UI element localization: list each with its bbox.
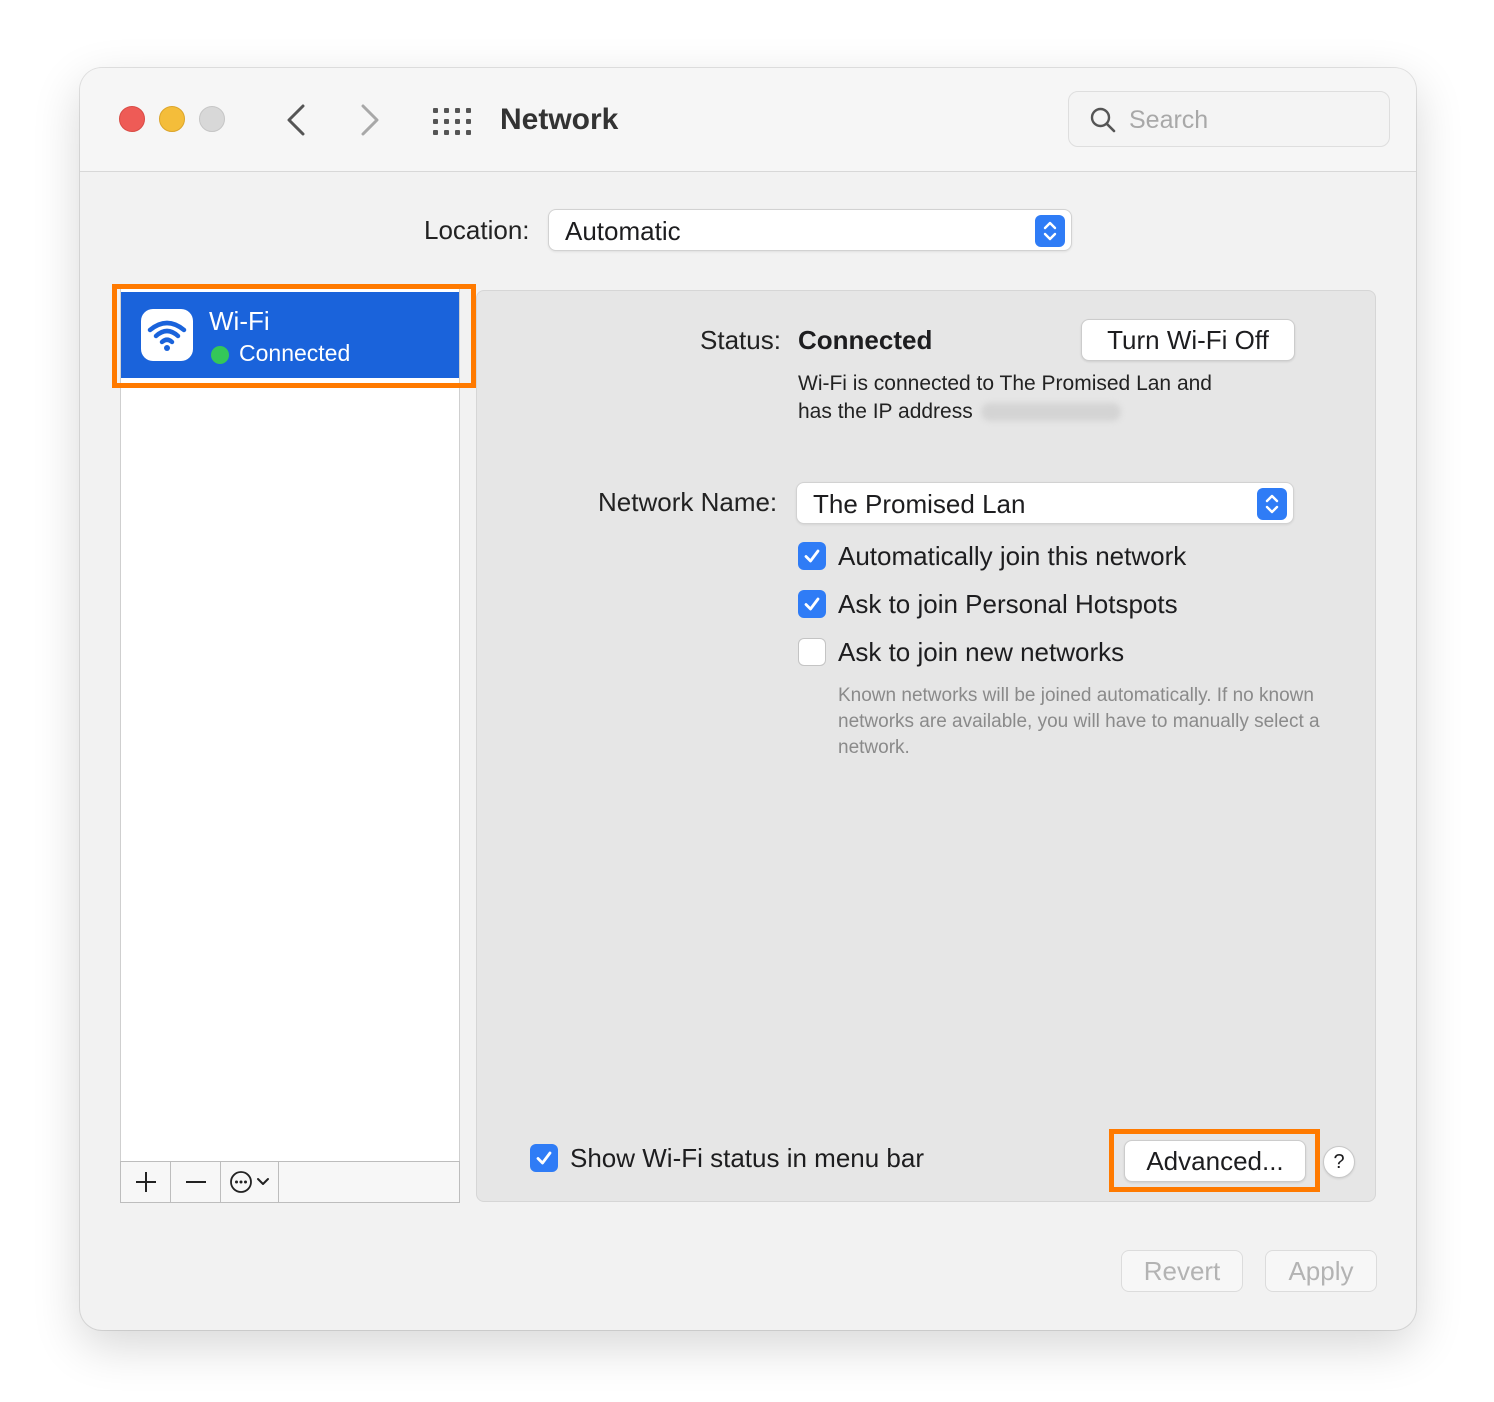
- checkmark-icon: [804, 597, 820, 611]
- window-title: Network: [500, 103, 619, 136]
- minimize-window-button[interactable]: [159, 106, 185, 132]
- back-button[interactable]: [276, 100, 316, 140]
- search-field[interactable]: [1068, 91, 1390, 147]
- status-description-line1: Wi-Fi is connected to The Promised Lan a…: [798, 372, 1212, 395]
- show-wifi-status-label[interactable]: Show Wi-Fi status in menu bar: [570, 1142, 924, 1174]
- apply-button[interactable]: Apply: [1265, 1250, 1377, 1292]
- network-name-popup[interactable]: The Promised Lan: [796, 482, 1294, 524]
- service-action-menu-button[interactable]: [221, 1162, 279, 1202]
- ask-hotspots-label[interactable]: Ask to join Personal Hotspots: [838, 588, 1178, 620]
- auto-join-checkbox[interactable]: [798, 542, 826, 570]
- turn-wifi-off-button[interactable]: Turn Wi-Fi Off: [1081, 319, 1295, 361]
- help-button[interactable]: ?: [1323, 1146, 1355, 1178]
- show-all-button[interactable]: [430, 102, 474, 142]
- network-preferences-window: Network Location: Automatic: [80, 68, 1416, 1330]
- highlight-box-wifi: [112, 284, 476, 388]
- known-networks-hint: Known networks will be joined automatica…: [838, 685, 1320, 758]
- ask-new-networks-label[interactable]: Ask to join new networks: [838, 636, 1124, 668]
- show-wifi-status-checkbox[interactable]: [530, 1144, 558, 1172]
- service-list: [120, 288, 460, 1162]
- remove-service-button[interactable]: [171, 1162, 221, 1202]
- chevron-left-icon: [287, 104, 305, 136]
- search-icon: [1090, 107, 1116, 133]
- popup-stepper-icon: [1035, 215, 1065, 247]
- forward-button[interactable]: [350, 100, 390, 140]
- ip-address-label: has the IP address: [798, 400, 973, 423]
- status-description: Wi-Fi is connected to The Promised Lan a…: [798, 370, 1298, 426]
- checkmark-icon: [536, 1151, 552, 1165]
- add-service-button[interactable]: [121, 1162, 171, 1202]
- ask-hotspots-checkbox[interactable]: [798, 590, 826, 618]
- ask-new-networks-checkbox[interactable]: [798, 638, 826, 666]
- network-name-label: Network Name:: [598, 487, 778, 517]
- network-name-value: The Promised Lan: [813, 489, 1026, 519]
- highlight-box-advanced: [1109, 1129, 1320, 1192]
- popup-stepper-icon: [1257, 488, 1287, 520]
- auto-join-label[interactable]: Automatically join this network: [838, 540, 1186, 572]
- service-list-toolbar: [120, 1161, 460, 1203]
- close-window-button[interactable]: [119, 106, 145, 132]
- location-value: Automatic: [565, 216, 681, 246]
- titlebar: Network: [80, 68, 1416, 172]
- plus-icon: [135, 1172, 156, 1192]
- location-popup[interactable]: Automatic: [548, 209, 1072, 251]
- minus-icon: [185, 1181, 206, 1183]
- blurred-ip-address: [980, 403, 1121, 422]
- location-label: Location:: [424, 215, 530, 245]
- revert-button[interactable]: Revert: [1121, 1250, 1243, 1292]
- chevron-right-icon: [361, 104, 379, 136]
- status-description-line2: has the IP address: [798, 398, 1298, 426]
- ellipsis-circle-icon: [230, 1171, 252, 1193]
- status-label: Status:: [700, 325, 781, 355]
- zoom-window-button[interactable]: [199, 106, 225, 132]
- grid-icon: [433, 108, 471, 135]
- chevron-down-icon: [257, 1178, 269, 1185]
- search-input[interactable]: [1129, 100, 1369, 140]
- checkmark-icon: [804, 549, 820, 563]
- status-value: Connected: [798, 325, 933, 355]
